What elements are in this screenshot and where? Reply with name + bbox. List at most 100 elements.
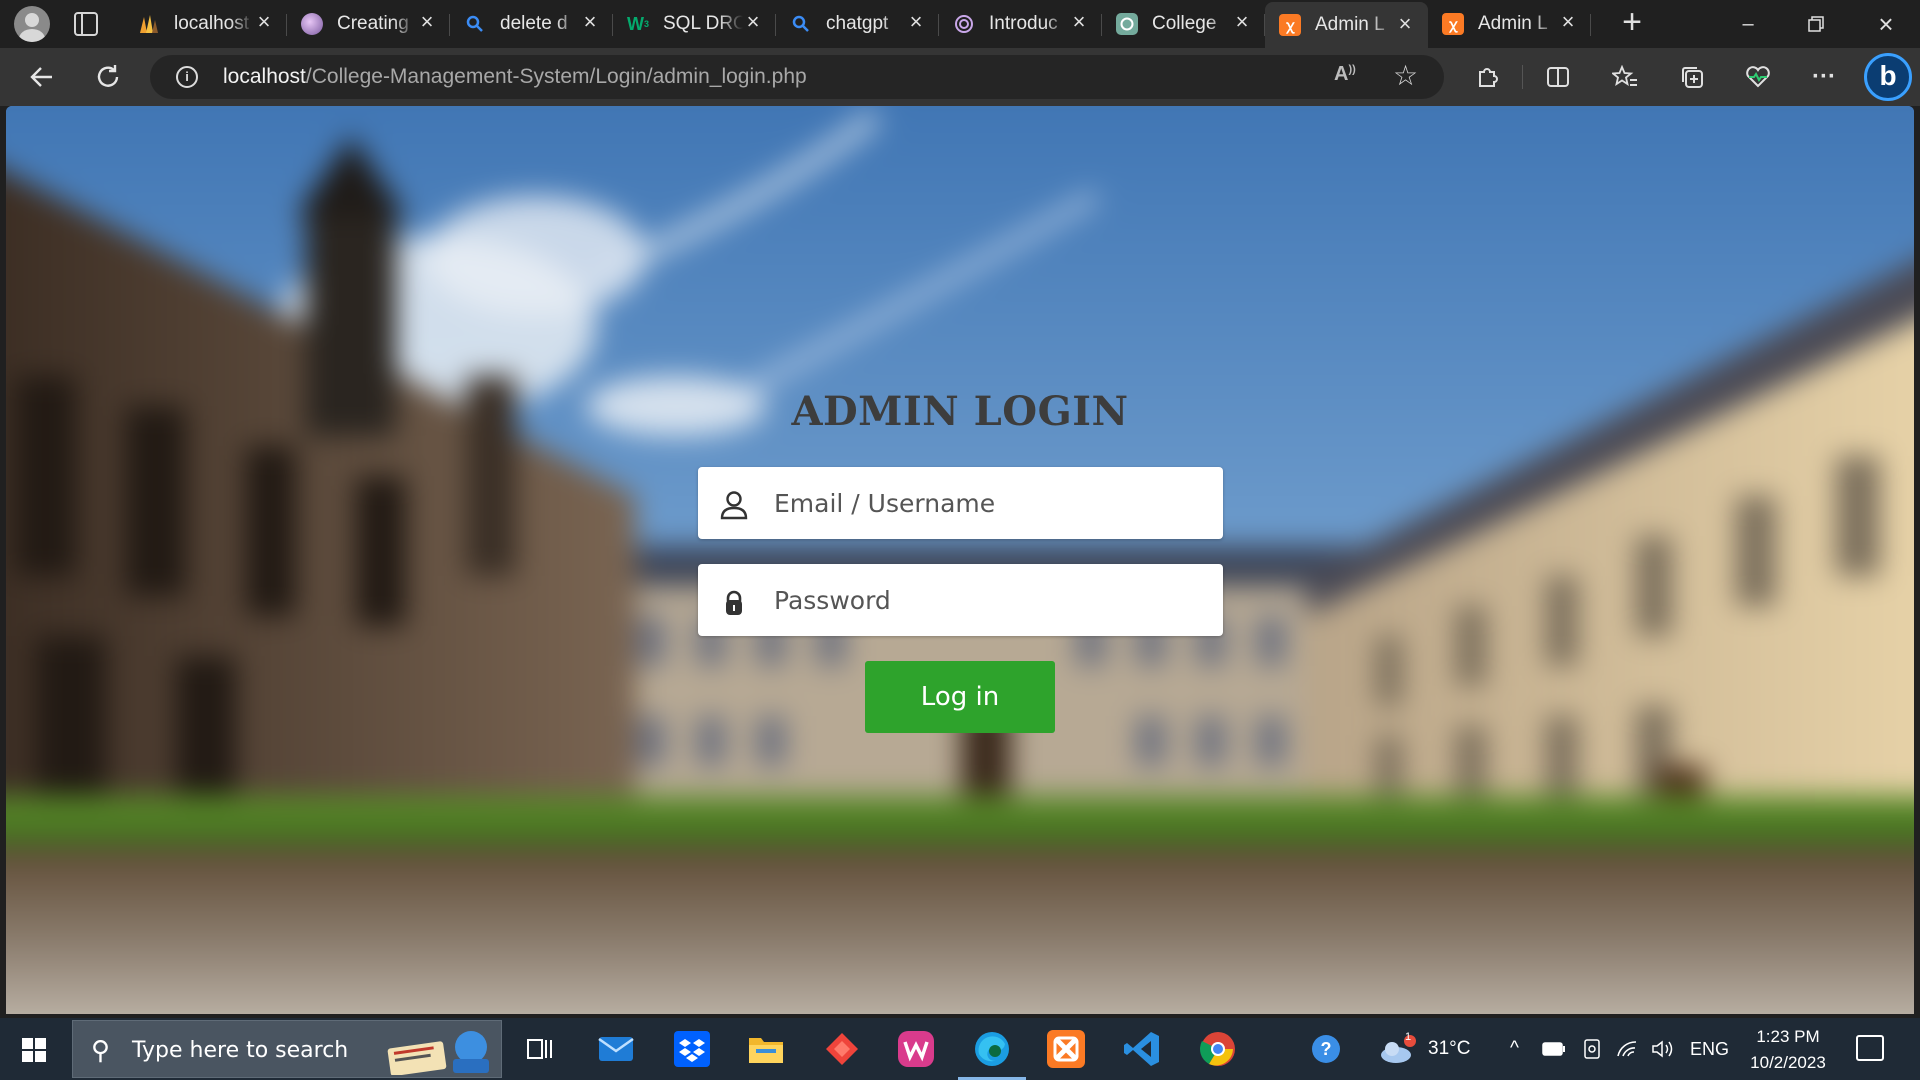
tab-college[interactable]: College × [1102, 0, 1265, 48]
windows-taskbar: ⚲ Type here to search ? 1 31°C ^ ENG 1:2… [0, 1018, 1920, 1080]
email-field[interactable] [698, 467, 1223, 539]
new-tab-button[interactable]: + [1616, 5, 1648, 40]
tab-label: Introduc [989, 13, 1058, 34]
taskbar-search-box[interactable]: ⚲ Type here to search [72, 1020, 502, 1078]
svg-text:?: ? [1321, 1039, 1332, 1059]
tab-label: SQL DRO [663, 13, 743, 34]
wps-office-icon[interactable] [896, 1029, 936, 1069]
split-screen-icon[interactable] [1541, 60, 1575, 94]
tab-label: delete d [500, 13, 568, 34]
toolbar-divider [1522, 65, 1523, 89]
more-options-icon[interactable]: ··· [1807, 60, 1841, 94]
xampp-icon: ꭓ [1442, 13, 1464, 35]
tab-label: Creating [337, 13, 409, 34]
tab-label: Admin L [1315, 14, 1385, 35]
email-input[interactable] [774, 467, 1204, 539]
restore-icon[interactable] [1796, 8, 1836, 40]
close-tab-icon[interactable]: × [581, 11, 599, 33]
tab-label: localhost [174, 13, 249, 34]
device-icon[interactable] [1582, 1018, 1602, 1080]
close-tab-icon[interactable]: × [1070, 11, 1088, 33]
weather-widget[interactable]: 1 31°C [1378, 1018, 1470, 1080]
language-indicator[interactable]: ENG [1690, 1018, 1729, 1080]
login-button[interactable]: Log in [865, 661, 1055, 733]
taskbar-clock[interactable]: 1:23 PM 10/2/2023 [1740, 1024, 1836, 1076]
url-text[interactable]: localhost/College-Management-System/Logi… [223, 65, 807, 89]
weather-badge: 1 [1405, 1031, 1412, 1043]
favorite-star-icon[interactable]: ☆ [1393, 59, 1418, 92]
extensions-icon[interactable] [1470, 60, 1504, 94]
tab-actions-icon[interactable] [74, 12, 98, 36]
chatgpt-icon [1116, 13, 1138, 35]
show-hidden-icons-chevron-icon[interactable]: ^ [1510, 1018, 1519, 1080]
page-title: ADMIN LOGIN [791, 388, 1129, 435]
lock-icon [726, 590, 742, 615]
close-tab-icon[interactable]: × [1233, 11, 1251, 33]
close-tab-icon[interactable]: × [255, 11, 273, 33]
url-path: /College-Management-System/Login/admin_l… [305, 65, 807, 88]
back-icon[interactable] [26, 61, 58, 93]
mail-icon[interactable] [596, 1029, 636, 1069]
password-field[interactable] [698, 564, 1223, 636]
bing-copilot-icon[interactable]: b [1864, 53, 1912, 101]
tab-localhost[interactable]: localhost × [124, 0, 287, 48]
tab-strip: localhost × Creating × delete d × W3 SQL… [124, 0, 1591, 48]
edge-browser-icon[interactable] [972, 1029, 1012, 1069]
openai-icon [953, 13, 975, 35]
weather-temperature: 31°C [1428, 1038, 1471, 1059]
close-tab-icon[interactable]: × [418, 11, 436, 33]
favorites-icon[interactable] [1608, 60, 1642, 94]
refresh-icon[interactable] [92, 61, 124, 93]
tab-label: Admin L [1478, 13, 1548, 34]
search-icon: ⚲ [91, 1035, 111, 1065]
tab-introduction[interactable]: Introduc × [939, 0, 1102, 48]
browser-tab-bar: localhost × Creating × delete d × W3 SQL… [0, 0, 1920, 48]
battery-icon[interactable] [1542, 1018, 1566, 1080]
wifi-icon[interactable] [1616, 1018, 1638, 1080]
tab-admin-login[interactable]: ꭓ Admin L × [1428, 0, 1591, 48]
user-icon [720, 491, 748, 520]
browser-toolbar: i localhost/College-Management-System/Lo… [0, 48, 1920, 106]
tab-label: chatgpt [826, 13, 889, 34]
tab-chatgpt-search[interactable]: chatgpt × [776, 0, 939, 48]
task-view-icon[interactable] [520, 1029, 560, 1069]
dropbox-icon[interactable] [672, 1029, 712, 1069]
file-explorer-icon[interactable] [746, 1029, 786, 1069]
tab-label: College [1152, 13, 1217, 34]
login-form: ADMIN LOGIN Log in [6, 106, 1914, 1014]
url-host: localhost [223, 65, 306, 88]
tab-delete-search[interactable]: delete d × [450, 0, 613, 48]
close-tab-icon[interactable]: × [1559, 11, 1577, 33]
phpmyadmin-icon [138, 13, 160, 35]
site-info-icon[interactable]: i [176, 66, 198, 88]
windows-start-icon[interactable] [22, 1038, 46, 1062]
tab-creating[interactable]: Creating × [287, 0, 450, 48]
clock-date: 10/2/2023 [1750, 1053, 1826, 1072]
help-icon[interactable]: ? [1306, 1029, 1346, 1069]
tab-admin-login-active[interactable]: ꭓ Admin L × [1265, 2, 1428, 48]
volume-icon[interactable] [1651, 1018, 1675, 1080]
address-bar[interactable]: i localhost/College-Management-System/Lo… [150, 55, 1444, 99]
password-input[interactable] [774, 564, 1204, 636]
avatar-icon [301, 13, 323, 35]
read-aloud-icon[interactable]: A)) [1334, 63, 1356, 86]
close-tab-icon[interactable]: × [907, 11, 925, 33]
anydesk-icon[interactable] [822, 1029, 862, 1069]
clock-time: 1:23 PM [1756, 1027, 1820, 1046]
browser-essentials-icon[interactable] [1741, 60, 1775, 94]
taskbar-search-placeholder: Type here to search [132, 1038, 349, 1063]
minimize-icon[interactable]: – [1728, 8, 1768, 40]
tab-sql-drop[interactable]: W3 SQL DRO × [613, 0, 776, 48]
chrome-icon[interactable] [1198, 1029, 1238, 1069]
close-tab-icon[interactable]: × [1396, 13, 1414, 35]
vscode-icon[interactable] [1122, 1029, 1162, 1069]
w3schools-icon: W3 [627, 13, 650, 34]
close-tab-icon[interactable]: × [744, 11, 762, 33]
search-icon [790, 13, 812, 35]
search-icon [464, 13, 486, 35]
collections-icon[interactable] [1675, 60, 1709, 94]
notifications-icon[interactable] [1856, 1035, 1884, 1061]
close-window-icon[interactable]: × [1866, 8, 1906, 40]
profile-avatar-icon[interactable] [14, 6, 50, 42]
xampp-icon[interactable] [1046, 1029, 1086, 1069]
